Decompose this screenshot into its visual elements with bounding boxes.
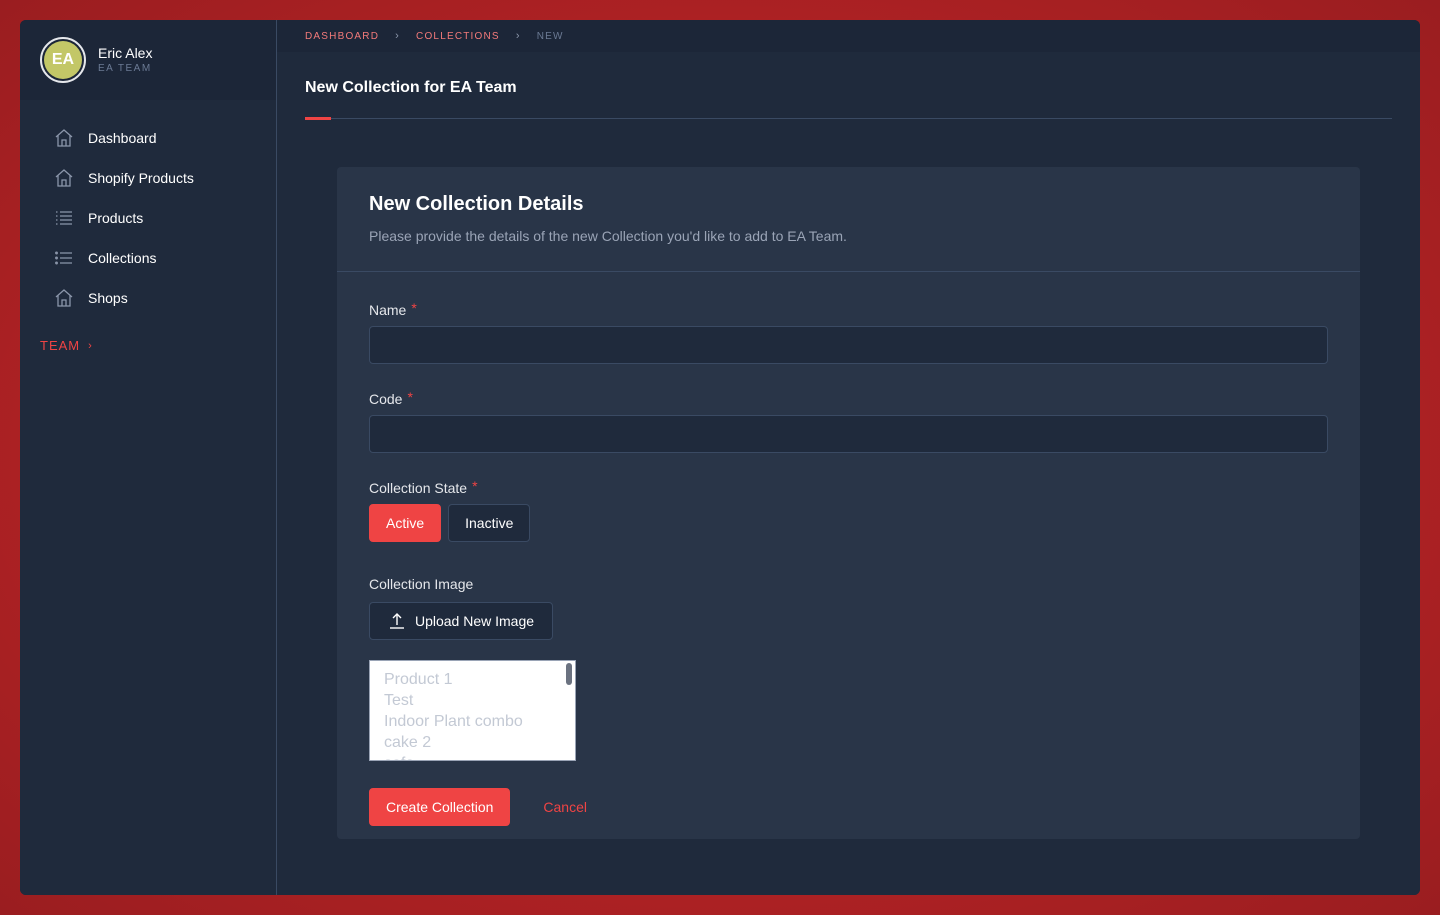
- name-label: Name *: [369, 300, 1328, 318]
- required-mark: *: [411, 300, 417, 316]
- form-actions: Create Collection Cancel: [369, 788, 1328, 826]
- name-input[interactable]: [369, 326, 1328, 364]
- required-mark: *: [407, 389, 413, 405]
- required-mark: *: [472, 478, 478, 494]
- home-icon: [53, 167, 75, 189]
- breadcrumb-dashboard[interactable]: DASHBOARD: [305, 31, 379, 42]
- card-title: New Collection Details: [369, 193, 584, 215]
- name-field-group: Name *: [369, 300, 1328, 364]
- state-label-text: Collection State: [369, 480, 468, 496]
- list-icon: [53, 207, 75, 229]
- collection-form: Name * Code * Collection State * Active …: [337, 272, 1360, 826]
- main-content: DASHBOARD › COLLECTIONS › NEW New Collec…: [277, 20, 1420, 895]
- home-icon: [53, 287, 75, 309]
- cancel-link[interactable]: Cancel: [543, 799, 587, 815]
- avatar-initials: EA: [44, 41, 82, 79]
- avatar[interactable]: EA: [40, 37, 86, 83]
- breadcrumb-separator-icon: ›: [395, 30, 401, 42]
- products-listbox[interactable]: Product 1 Test Indoor Plant combo cake 2…: [369, 660, 576, 761]
- user-name: Eric Alex: [98, 45, 153, 61]
- page-header: New Collection for EA Team: [305, 52, 1392, 120]
- sidebar-item-label: Shops: [88, 290, 128, 306]
- list-item[interactable]: Product 1: [384, 669, 561, 690]
- code-label: Code *: [369, 389, 1328, 407]
- sidebar-item-shops[interactable]: Shops: [20, 278, 276, 318]
- sidebar-item-label: Dashboard: [88, 130, 157, 146]
- code-field-group: Code *: [369, 389, 1328, 453]
- user-profile[interactable]: EA Eric Alex EA TEAM: [20, 20, 276, 100]
- name-label-text: Name: [369, 302, 407, 318]
- team-link-label: TEAM: [40, 338, 81, 353]
- user-team: EA TEAM: [98, 63, 152, 74]
- upload-image-label: Upload New Image: [414, 613, 535, 629]
- state-field-group: Collection State * Active Inactive: [369, 478, 1328, 542]
- sidebar-item-label: Shopify Products: [88, 170, 194, 186]
- breadcrumb-separator-icon: ›: [515, 30, 521, 42]
- chevron-right-icon: ›: [88, 339, 93, 352]
- upload-image-button[interactable]: Upload New Image: [369, 602, 553, 640]
- breadcrumb-current: NEW: [536, 30, 564, 42]
- card-subtitle: Please provide the details of the new Co…: [369, 228, 847, 244]
- list-item[interactable]: Test: [384, 690, 561, 711]
- collection-form-card: New Collection Details Please provide th…: [337, 167, 1360, 839]
- sidebar: EA Eric Alex EA TEAM Dashboard Shopify P…: [20, 20, 277, 895]
- image-field-group: Collection Image Upload New Image: [369, 576, 1328, 640]
- state-toggle: Active Inactive: [369, 504, 1328, 542]
- code-label-text: Code: [369, 391, 403, 407]
- sidebar-item-label: Products: [88, 210, 144, 226]
- title-underline: [305, 117, 331, 120]
- code-input[interactable]: [369, 415, 1328, 453]
- app-window: EA Eric Alex EA TEAM Dashboard Shopify P…: [20, 20, 1420, 895]
- sidebar-nav: Dashboard Shopify Products Products Coll…: [20, 118, 276, 318]
- sidebar-item-dashboard[interactable]: Dashboard: [20, 118, 276, 158]
- listbox-scrollbar[interactable]: [566, 663, 572, 685]
- team-link[interactable]: TEAM ›: [20, 338, 276, 353]
- page-title: New Collection for EA Team: [305, 79, 517, 96]
- sidebar-item-products[interactable]: Products: [20, 198, 276, 238]
- upload-icon: [389, 613, 404, 629]
- state-label: Collection State *: [369, 478, 1328, 496]
- create-collection-button[interactable]: Create Collection: [369, 788, 511, 826]
- list-item[interactable]: sofa: [384, 753, 561, 760]
- list-item[interactable]: cake 2: [384, 732, 561, 753]
- sidebar-item-label: Collections: [88, 250, 157, 266]
- active-button[interactable]: Active: [369, 504, 442, 542]
- sidebar-item-collections[interactable]: Collections: [20, 238, 276, 278]
- sidebar-item-shopify-products[interactable]: Shopify Products: [20, 158, 276, 198]
- inactive-button[interactable]: Inactive: [448, 504, 531, 542]
- home-icon: [53, 127, 75, 149]
- breadcrumb-collections[interactable]: COLLECTIONS: [416, 31, 500, 42]
- image-label: Collection Image: [369, 576, 474, 592]
- list-icon: [53, 247, 75, 269]
- breadcrumb: DASHBOARD › COLLECTIONS › NEW: [277, 20, 1420, 52]
- card-header: New Collection Details Please provide th…: [337, 167, 1360, 272]
- list-item[interactable]: Indoor Plant combo: [384, 711, 561, 732]
